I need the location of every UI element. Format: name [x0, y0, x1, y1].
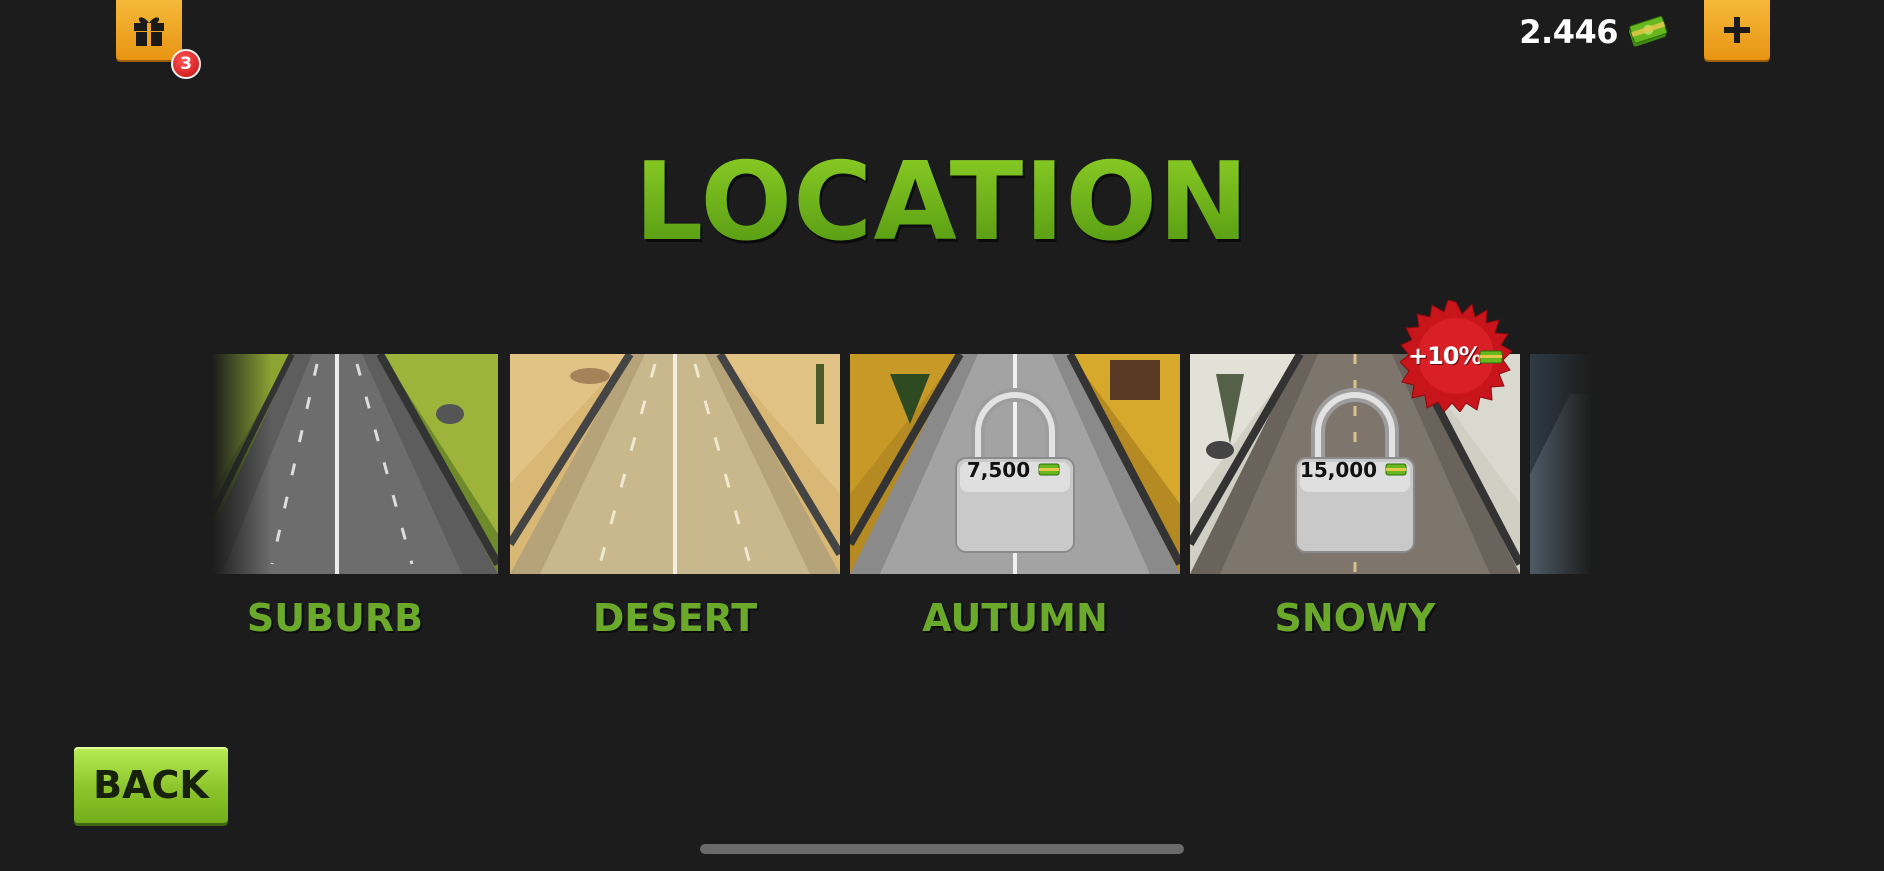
location-name-snowy: SNOWY [1274, 596, 1436, 640]
location-card-desert[interactable] [510, 354, 840, 574]
card-fade [1532, 354, 1592, 574]
gift-button[interactable] [116, 0, 182, 60]
lock-price: 7,500 [950, 458, 1080, 482]
gift-count-badge: 3 [171, 49, 201, 79]
plus-icon [1724, 17, 1750, 43]
location-name-desert: DESERT [592, 596, 758, 640]
page-title: LOCATION [0, 140, 1884, 265]
bonus-badge: +10% [1399, 299, 1513, 413]
cash-icon [1038, 463, 1060, 476]
lock-price: 15,000 [1290, 458, 1420, 482]
cash-icon [1385, 463, 1407, 476]
location-name-suburb: SUBURB [246, 596, 424, 640]
currency-amount: 2.446 [1519, 13, 1618, 51]
gift-icon [134, 17, 164, 46]
add-currency-button[interactable] [1704, 0, 1770, 60]
price-autumn: 7,500 [966, 458, 1031, 482]
home-indicator[interactable] [700, 844, 1184, 854]
card-fade [212, 354, 272, 574]
bonus-label: +10% [1408, 342, 1483, 370]
price-snowy: 15,000 [1299, 458, 1378, 482]
location-name-autumn: AUTUMN [922, 596, 1108, 640]
cash-icon [1479, 350, 1503, 364]
location-card-next-partial[interactable] [1530, 354, 1592, 574]
location-card-suburb[interactable] [212, 354, 498, 574]
location-card-autumn[interactable]: 7,500 [850, 354, 1180, 574]
cash-icon [1628, 15, 1668, 47]
back-button[interactable]: BACK [74, 747, 228, 823]
currency-display: 2.446 [1519, 10, 1670, 54]
location-select-screen: 3 2.446 LOCATION SUBURB DESERT 7,500 AUT… [0, 0, 1884, 871]
desert-road-image [510, 354, 840, 574]
